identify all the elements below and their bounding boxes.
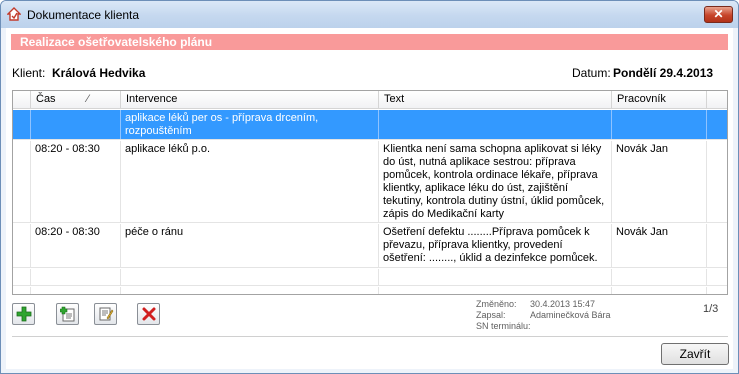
table-row[interactable]: 08:20 - 08:30 aplikace léků p.o. Klientk…	[13, 141, 727, 223]
row-indicator	[13, 141, 31, 222]
sort-ascending-icon: ⁄	[87, 93, 89, 105]
cell-intervention: aplikace léků p.o.	[121, 141, 379, 222]
section-header: Realizace ošetřovatelského plánu	[11, 34, 728, 50]
cell-text: Klientka není sama schopna aplikovat si …	[379, 141, 612, 222]
home-icon	[7, 7, 21, 21]
add-button[interactable]	[12, 303, 35, 325]
add-document-button[interactable]	[56, 303, 79, 325]
cell-time: 08:20 - 08:30	[31, 141, 121, 222]
client-area: Realizace ošetřovatelského plánu Klient:…	[6, 28, 733, 369]
table-row[interactable]: aplikace léků per os - příprava drcením,…	[13, 110, 727, 140]
client-label: Klient:	[12, 66, 46, 80]
header-indicator	[13, 91, 31, 109]
row-indicator	[13, 224, 31, 267]
empty-row	[13, 287, 727, 294]
edit-icon	[99, 307, 113, 321]
interventions-grid: Čas ⁄ Intervence Text Pracovník aplikace…	[12, 90, 728, 295]
title-bar[interactable]: Dokumentace klienta ✕	[1, 1, 738, 28]
cell-worker: Novák Jan	[612, 224, 707, 267]
cell-intervention: péče o ránu	[121, 224, 379, 267]
grid-header: Čas ⁄ Intervence Text Pracovník	[13, 91, 727, 109]
edit-button[interactable]	[94, 303, 117, 325]
written-label: Zapsal:	[476, 310, 506, 320]
empty-row	[13, 269, 727, 286]
cell-intervention: aplikace léků per os - příprava drcením,…	[121, 110, 379, 139]
column-header-intervention[interactable]: Intervence	[121, 91, 379, 109]
close-window-button[interactable]: ✕	[704, 6, 733, 23]
dialog-window: Dokumentace klienta ✕ Realizace ošetřova…	[0, 0, 739, 374]
row-indicator	[13, 110, 31, 139]
date-value: Pondělí 29.4.2013	[613, 66, 714, 80]
cell-time	[31, 110, 121, 139]
sn-terminal-label: SN terminálu:	[476, 321, 531, 331]
changed-value: 30.4.2013 15:47	[530, 299, 596, 309]
column-header-text[interactable]: Text	[379, 91, 612, 109]
delete-button[interactable]	[137, 303, 160, 325]
delete-icon	[142, 307, 155, 321]
window-title: Dokumentace klienta	[27, 8, 140, 22]
close-icon: ✕	[713, 7, 724, 21]
client-name: Králová Hedvika	[52, 66, 146, 80]
divider	[12, 336, 728, 337]
written-value: Adaminečková Bára	[530, 310, 611, 320]
cell-text: Ošetření defektu ........Příprava pomůce…	[379, 224, 612, 267]
date-label: Datum:	[572, 66, 611, 80]
cell-worker	[612, 110, 707, 139]
column-header-time[interactable]: Čas ⁄	[31, 91, 121, 109]
changed-label: Změněno:	[476, 299, 517, 309]
add-icon	[16, 306, 31, 322]
record-pager: 1/3	[703, 303, 719, 315]
column-header-worker[interactable]: Pracovník	[612, 91, 707, 109]
cell-text	[379, 110, 612, 139]
add-document-icon	[59, 306, 74, 322]
cell-time: 08:20 - 08:30	[31, 224, 121, 267]
table-row[interactable]: 08:20 - 08:30 péče o ránu Ošetření defek…	[13, 224, 727, 268]
close-button[interactable]: Zavřít	[661, 343, 729, 365]
header-filler	[707, 91, 727, 109]
cell-worker: Novák Jan	[612, 141, 707, 222]
